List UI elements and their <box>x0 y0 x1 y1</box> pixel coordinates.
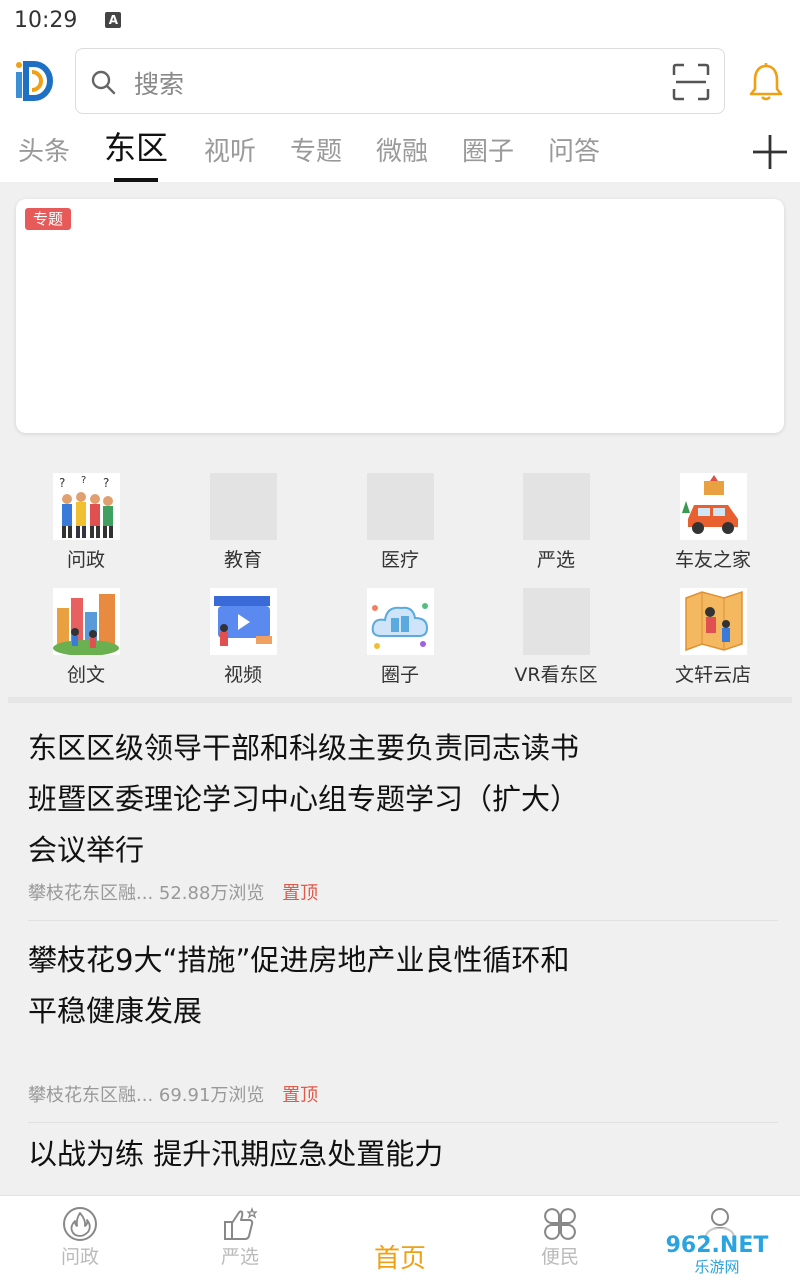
news-title[interactable]: 以战为练 提升汛期应急处置能力 <box>28 1129 748 1180</box>
topic-banner[interactable]: 专题 <box>16 199 784 433</box>
grid-label: 创文 <box>66 664 105 686</box>
news-views: 52.88万浏览 <box>158 883 265 904</box>
grid-item-yiliao[interactable]: 医疗 <box>322 455 478 571</box>
grid-label: 问政 <box>66 549 105 571</box>
news-meta: 攀枝花东区融... 69.91万浏览 置顶 <box>28 1081 318 1107</box>
grid-label: 严选 <box>536 549 575 571</box>
grid-item-jiaoyu[interactable]: 教育 <box>165 455 321 571</box>
grid-item-vr[interactable]: VR看东区 <box>478 570 634 686</box>
people-question-icon: ??? <box>53 473 120 540</box>
topic-tag: 专题 <box>25 208 72 230</box>
status-bar: 10:29 A <box>0 0 800 40</box>
tab-toutiao[interactable]: 头条 <box>18 132 70 182</box>
medical-image-placeholder <box>367 473 434 540</box>
active-tab-indicator <box>114 178 158 182</box>
grid-label: 圈子 <box>380 664 419 686</box>
grid-item-wenzheng[interactable]: ??? 问政 <box>8 455 164 571</box>
status-time: 10:29 <box>14 7 78 33</box>
news-list: 东区区级领导干部和科级主要负责同志读书班暨区委理论学习中心组专题学习（扩大）会议… <box>8 703 792 1195</box>
bell-icon[interactable] <box>747 62 785 102</box>
tab-weirong[interactable]: 微融 <box>376 132 428 182</box>
service-grid: ??? 问政 教育 医疗 严选 车友之家 创文 视频 圈子 VR看东区 文轩云店 <box>8 455 792 697</box>
svg-text:?: ? <box>81 475 86 486</box>
grid-label: VR看东区 <box>514 664 598 686</box>
tab-dongqu[interactable]: 东区 <box>104 128 168 178</box>
grid-item-cheyou[interactable]: 车友之家 <box>635 455 791 571</box>
car-icon <box>680 473 747 540</box>
map-people-icon <box>680 588 747 655</box>
news-title[interactable]: 攀枝花9大“措施”促进房地产业良性循环和平稳健康发展 <box>28 935 588 1037</box>
vr-image-placeholder <box>523 588 590 655</box>
nav-label: 严选 <box>220 1246 259 1268</box>
site-watermark-logo: 962.NET 乐游网 <box>640 1228 795 1276</box>
cloud-icon <box>367 588 434 655</box>
nav-label: 问政 <box>60 1246 99 1268</box>
news-item[interactable]: 攀枝花9大“措施”促进房地产业良性循环和平稳健康发展 攀枝花东区融... 69.… <box>8 921 792 1123</box>
pinned-badge: 置顶 <box>282 1085 319 1106</box>
nav-yanxuan[interactable]: 严选 <box>160 1196 320 1280</box>
app-header: 搜索 头条 东区 视听 专题 微融 圈子 问答 <box>0 40 800 182</box>
grid-label: 视频 <box>223 664 262 686</box>
news-item[interactable]: 东区区级领导干部和科级主要负责同志读书班暨区委理论学习中心组专题学习（扩大）会议… <box>8 703 792 921</box>
fire-icon <box>63 1207 97 1241</box>
nav-home[interactable]: 首页 <box>320 1196 480 1280</box>
grid-item-yanxuan[interactable]: 严选 <box>478 455 634 571</box>
clover-icon <box>544 1208 576 1240</box>
grid-label: 教育 <box>223 549 262 571</box>
nav-home-label: 首页 <box>373 1244 426 1274</box>
grid-item-quanzi[interactable]: 圈子 <box>322 570 478 686</box>
add-channel-icon[interactable] <box>751 133 789 171</box>
news-meta: 攀枝花东区融... 52.88万浏览 置顶 <box>28 879 318 905</box>
city-icon <box>53 588 120 655</box>
nav-label: 便民 <box>540 1246 579 1268</box>
selection-image-placeholder <box>523 473 590 540</box>
search-icon <box>91 70 116 95</box>
watermark-text-bottom: 乐游网 <box>694 1258 739 1276</box>
scan-icon[interactable] <box>672 63 710 101</box>
video-icon <box>210 588 277 655</box>
watermark-text-top: 962.NET <box>666 1233 769 1258</box>
news-title[interactable]: 东区区级领导干部和科级主要负责同志读书班暨区委理论学习中心组专题学习（扩大）会议… <box>28 723 588 876</box>
svg-text:?: ? <box>59 476 65 490</box>
tab-wenda[interactable]: 问答 <box>548 132 600 182</box>
grid-item-wenxuan[interactable]: 文轩云店 <box>635 570 791 686</box>
notification-a-icon: A <box>105 12 122 28</box>
news-source: 攀枝花东区融... <box>28 1085 154 1106</box>
pinned-badge: 置顶 <box>282 883 319 904</box>
grid-label: 医疗 <box>380 549 419 571</box>
news-source: 攀枝花东区融... <box>28 883 154 904</box>
svg-text:?: ? <box>103 476 109 490</box>
nav-bianmin[interactable]: 便民 <box>480 1196 640 1280</box>
grid-label: 车友之家 <box>674 549 751 571</box>
channel-tabs: 头条 东区 视听 专题 微融 圈子 问答 <box>0 129 740 182</box>
app-logo-icon <box>16 61 53 101</box>
news-item[interactable]: 以战为练 提升汛期应急处置能力 <box>8 1123 792 1195</box>
search-bar[interactable]: 搜索 <box>75 48 725 114</box>
grid-item-shipin[interactable]: 视频 <box>165 570 321 686</box>
education-image-placeholder <box>210 473 277 540</box>
tab-quanzi[interactable]: 圈子 <box>462 132 514 182</box>
thumbs-up-icon <box>224 1206 258 1240</box>
tab-zhuanti[interactable]: 专题 <box>290 132 342 182</box>
grid-label: 文轩云店 <box>674 664 751 686</box>
grid-item-chuangwen[interactable]: 创文 <box>8 570 164 686</box>
tab-shiting[interactable]: 视听 <box>204 132 256 182</box>
search-input[interactable]: 搜索 <box>134 65 184 101</box>
news-views: 69.91万浏览 <box>158 1085 265 1106</box>
nav-wenzheng[interactable]: 问政 <box>0 1196 160 1280</box>
